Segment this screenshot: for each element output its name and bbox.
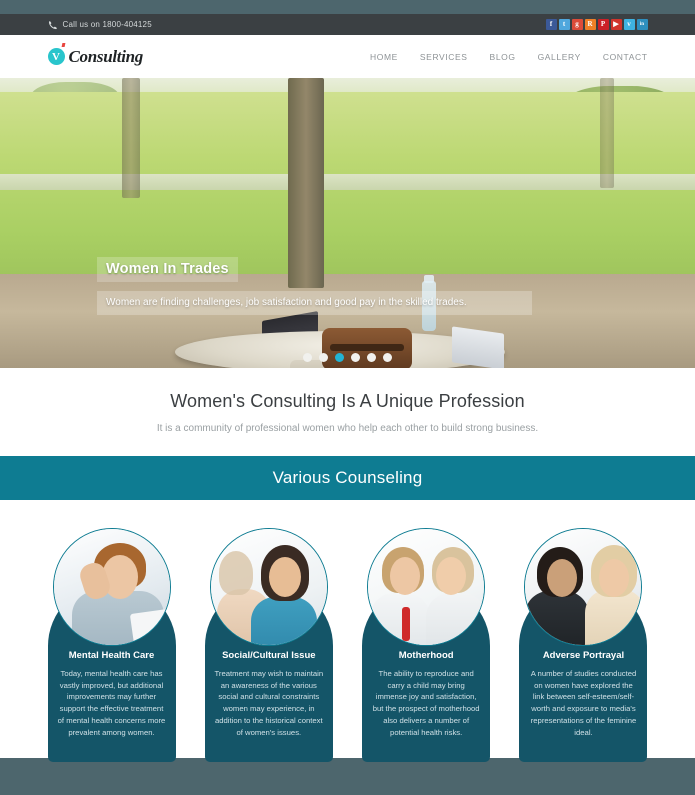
hero-title: Women In Trades bbox=[97, 257, 238, 282]
slider-dot-1[interactable] bbox=[303, 353, 312, 362]
top-bar-inner: Call us on 1800-404125 f t g R P ▶ v in bbox=[48, 19, 648, 30]
hero-caption: Women In Trades Women are finding challe… bbox=[97, 257, 532, 315]
twitter-icon[interactable]: t bbox=[558, 19, 570, 30]
facebook-icon[interactable]: f bbox=[545, 19, 557, 30]
card-title: Adverse Portrayal bbox=[542, 650, 625, 661]
card-text: Treatment may wish to maintain an awaren… bbox=[214, 669, 324, 737]
card-photo bbox=[367, 528, 486, 646]
card-photo bbox=[209, 528, 328, 646]
hero-slider: Women In Trades Women are finding challe… bbox=[0, 78, 695, 368]
counseling-card[interactable]: Social/Cultural Issue Treatment may wish … bbox=[204, 528, 333, 767]
card-text: Today, mental health care has vastly imp… bbox=[57, 669, 166, 737]
card-photo-shape bbox=[436, 557, 467, 595]
pinterest-icon[interactable]: P bbox=[597, 19, 609, 30]
nav-item-blog[interactable]: BLOG bbox=[490, 52, 516, 62]
counseling-card[interactable]: Mental Health Care Today, mental health c… bbox=[47, 528, 176, 767]
intro-heading: Women's Consulting Is A Unique Professio… bbox=[170, 390, 525, 411]
hero-background-image bbox=[0, 78, 695, 368]
card-photo-shape bbox=[370, 593, 431, 645]
call-us-block: Call us on 1800-404125 bbox=[48, 20, 152, 30]
slider-dot-4[interactable] bbox=[351, 353, 360, 362]
card-photo-shape bbox=[402, 607, 411, 641]
page-bottom-margin bbox=[0, 758, 695, 795]
card-title: Social/Cultural Issue bbox=[222, 650, 316, 661]
card-title: Mental Health Care bbox=[68, 650, 155, 661]
nav-item-services[interactable]: SERVICES bbox=[420, 52, 468, 62]
card-photo bbox=[52, 528, 171, 646]
card-photo-shape bbox=[250, 597, 317, 645]
card-title: Motherhood bbox=[398, 650, 454, 661]
counseling-card[interactable]: Motherhood The ability to reproduce and c… bbox=[362, 528, 491, 767]
card-photo-shape bbox=[129, 608, 170, 645]
counseling-cards-section: Mental Health Care Today, mental health c… bbox=[0, 500, 695, 767]
page-root: Call us on 1800-404125 f t g R P ▶ v in V Consu… bbox=[0, 0, 695, 795]
linkedin-icon[interactable]: in bbox=[636, 19, 648, 30]
page-top-margin bbox=[0, 0, 695, 14]
hero-subtitle: Women are finding challenges, job satisf… bbox=[97, 291, 532, 315]
card-photo-shape bbox=[426, 593, 485, 645]
counseling-card[interactable]: Adverse Portrayal A number of studies con… bbox=[519, 528, 648, 767]
vimeo-icon[interactable]: v bbox=[623, 19, 635, 30]
site-header: V Consulting HOME SERVICES BLOG GALLERY CONT… bbox=[0, 35, 695, 78]
card-photo-shape bbox=[218, 551, 253, 595]
top-bar: Call us on 1800-404125 f t g R P ▶ v in bbox=[0, 14, 695, 35]
section-banner-heading: Various Counseling bbox=[272, 468, 423, 487]
rss-icon[interactable]: R bbox=[584, 19, 596, 30]
header-inner: V Consulting HOME SERVICES BLOG GALLERY CONT… bbox=[47, 35, 648, 78]
google-plus-icon[interactable]: g bbox=[571, 19, 583, 30]
slider-dot-2[interactable] bbox=[319, 353, 328, 362]
main-navigation: HOME SERVICES BLOG GALLERY CONTACT bbox=[370, 52, 648, 62]
slider-dot-6[interactable] bbox=[383, 353, 392, 362]
card-text: The ability to reproduce and carry a chi… bbox=[372, 669, 480, 737]
slider-dot-5[interactable] bbox=[367, 353, 376, 362]
nav-item-gallery[interactable]: GALLERY bbox=[538, 52, 581, 62]
nav-item-contact[interactable]: CONTACT bbox=[603, 52, 648, 62]
cards-container: Mental Health Care Today, mental health c… bbox=[47, 500, 648, 767]
logo-text: Consulting bbox=[68, 46, 144, 66]
card-photo-shape bbox=[268, 557, 301, 597]
bag-strap bbox=[330, 344, 404, 351]
intro-subheading: It is a community of professional women … bbox=[156, 422, 539, 434]
card-photo bbox=[524, 528, 643, 646]
logo-badge-icon: V bbox=[47, 48, 65, 65]
nav-item-home[interactable]: HOME bbox=[370, 52, 398, 62]
card-photo-shape bbox=[585, 589, 642, 645]
site-logo[interactable]: V Consulting bbox=[47, 43, 144, 67]
path-layer bbox=[0, 174, 695, 190]
tree-decor bbox=[600, 78, 614, 188]
slider-dot-3[interactable] bbox=[335, 353, 344, 362]
youtube-icon[interactable]: ▶ bbox=[610, 19, 622, 30]
social-links: f t g R P ▶ v in bbox=[545, 19, 648, 30]
section-banner: Various Counseling bbox=[0, 456, 695, 500]
card-photo-shape bbox=[525, 591, 590, 645]
tree-decor bbox=[122, 78, 140, 198]
phone-icon bbox=[48, 20, 58, 30]
call-us-text: Call us on 1800-404125 bbox=[62, 20, 152, 29]
logo-accent-dot-icon bbox=[61, 43, 66, 47]
card-photo-shape bbox=[390, 557, 421, 595]
card-text: A number of studies conducted on women h… bbox=[530, 669, 637, 737]
slider-pagination bbox=[0, 353, 695, 362]
intro-section: Women's Consulting Is A Unique Professio… bbox=[0, 368, 695, 456]
